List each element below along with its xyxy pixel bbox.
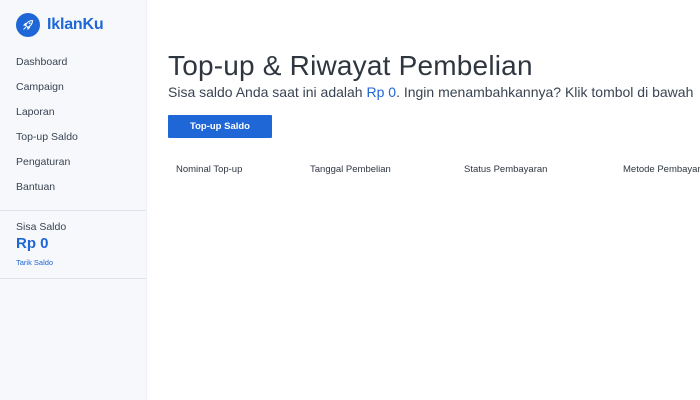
sidebar-item-laporan[interactable]: Laporan [0, 100, 146, 125]
sidebar-divider-bottom [0, 278, 146, 279]
sidebar-item-pengaturan[interactable]: Pengaturan [0, 150, 146, 175]
column-header-nominal: Nominal Top-up [176, 164, 243, 175]
topup-button[interactable]: Top-up Saldo [168, 115, 272, 138]
balance-value: Rp 0 [16, 235, 49, 252]
page-subtitle: Sisa saldo Anda saat ini adalah Rp 0. In… [168, 83, 700, 101]
subtitle-text-start: Sisa saldo Anda saat ini adalah [168, 84, 367, 100]
sidebar-item-topup-saldo[interactable]: Top-up Saldo [0, 125, 146, 150]
subtitle-text-end: . Ingin menambahkannya? Klik tombol di b… [396, 84, 694, 100]
sidebar-item-bantuan[interactable]: Bantuan [0, 175, 146, 200]
brand[interactable]: IklanKu [0, 0, 146, 50]
table-header: Nominal Top-up Tanggal Pembelian Status … [168, 164, 700, 178]
app-shell: IklanKu Dashboard Campaign Laporan Top-u… [0, 0, 700, 400]
column-header-tanggal: Tanggal Pembelian [310, 164, 391, 175]
main-content: Top-up & Riwayat Pembelian Sisa saldo An… [147, 0, 700, 400]
column-header-status: Status Pembayaran [464, 164, 548, 175]
balance-label: Sisa Saldo [16, 221, 67, 233]
sidebar-item-campaign[interactable]: Campaign [0, 75, 146, 100]
sidebar-item-dashboard[interactable]: Dashboard [0, 50, 146, 75]
page-title: Top-up & Riwayat Pembelian [168, 50, 533, 81]
withdraw-link[interactable]: Tarik Saldo [16, 258, 53, 267]
subtitle-balance-amount: Rp 0 [366, 84, 397, 100]
sidebar: IklanKu Dashboard Campaign Laporan Top-u… [0, 0, 147, 400]
column-header-metode: Metode Pembayaran [623, 164, 700, 175]
rocket-icon [16, 13, 40, 37]
brand-name: IklanKu [47, 16, 104, 33]
sidebar-nav: Dashboard Campaign Laporan Top-up Saldo … [0, 50, 146, 200]
balance-panel: Sisa Saldo Rp 0 Tarik Saldo [0, 211, 146, 270]
